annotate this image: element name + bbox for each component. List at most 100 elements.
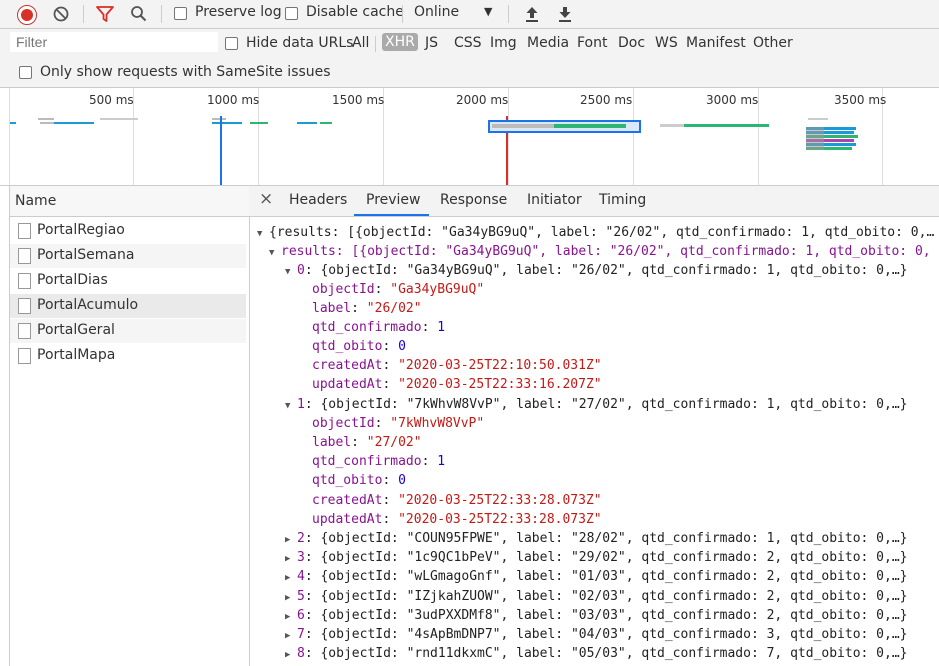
hide-data-urls-label: Hide data URLs bbox=[246, 35, 354, 51]
samesite-checkbox[interactable] bbox=[19, 66, 32, 79]
record-icon bbox=[21, 9, 33, 21]
root-summary: {results: [{objectId: "Ga34yBG9uQ", labe… bbox=[269, 225, 935, 240]
collapsed-triangle-icon[interactable]: ▶ bbox=[285, 646, 297, 665]
item-index: 5 bbox=[297, 589, 305, 604]
close-icon[interactable]: × bbox=[259, 189, 273, 209]
expanded-triangle-icon[interactable]: ▼ bbox=[269, 244, 281, 263]
prop-value: "7kWhvW8VvP" bbox=[390, 416, 485, 431]
export-har-icon[interactable] bbox=[556, 4, 574, 24]
filter-type-manifest[interactable]: Manifest bbox=[686, 35, 746, 51]
record-button[interactable] bbox=[17, 5, 37, 25]
filter-type-doc[interactable]: Doc bbox=[618, 35, 645, 51]
filter-input[interactable] bbox=[10, 32, 218, 52]
filter-type-img[interactable]: Img bbox=[490, 35, 517, 51]
clear-icon[interactable] bbox=[52, 5, 70, 23]
prop-row: updatedAt: "2020-03-25T22:33:16.207Z" bbox=[312, 377, 602, 392]
filter-type-font[interactable]: Font bbox=[577, 35, 607, 51]
filter-bar: Hide data URLs All XHR JS CSS Img Media … bbox=[0, 29, 939, 59]
tab-preview[interactable]: Preview bbox=[366, 192, 421, 208]
tree-item-collapsed[interactable]: ▶ 4: {objectId: "wLGmagoGnf", label: "01/… bbox=[285, 567, 907, 586]
tree-results[interactable]: ▼ results: [{objectId: "Ga34yBG9uQ", labe… bbox=[269, 242, 931, 261]
tab-initiator[interactable]: Initiator bbox=[527, 192, 582, 208]
filter-type-all[interactable]: All bbox=[352, 35, 369, 51]
throttle-select[interactable]: Online ▼ bbox=[412, 2, 498, 24]
prop-value: "27/02" bbox=[366, 435, 422, 450]
expanded-triangle-icon[interactable]: ▼ bbox=[285, 263, 297, 282]
prop-key: objectId bbox=[312, 282, 375, 297]
prop-row: createdAt: "2020-03-25T22:33:28.073Z" bbox=[312, 493, 602, 508]
hide-data-urls-checkbox[interactable] bbox=[225, 37, 238, 50]
tree-item[interactable]: ▼ 1: {objectId: "7kWhvW8VvP", label: "27/… bbox=[285, 395, 907, 414]
prop-row: qtd_confirmado: 1 bbox=[312, 454, 446, 469]
prop-value: "2020-03-25T22:33:16.207Z" bbox=[398, 377, 602, 392]
prop-key: objectId bbox=[312, 416, 375, 431]
item-index: 0 bbox=[297, 263, 305, 278]
item-summary: {objectId: "1c9QC1bPeV", label: "29/02",… bbox=[320, 550, 908, 565]
prop-key: updatedAt bbox=[312, 512, 383, 527]
name-column-label: Name bbox=[15, 193, 57, 209]
request-row[interactable]: PortalSemana bbox=[10, 244, 246, 268]
collapsed-triangle-icon[interactable]: ▶ bbox=[285, 569, 297, 588]
tree-item-collapsed[interactable]: ▶ 5: {objectId: "IZjkahZUOW", label: "02/… bbox=[285, 587, 907, 606]
separator bbox=[375, 36, 376, 52]
prop-value: 0 bbox=[398, 339, 406, 354]
tree-item-collapsed[interactable]: ▶ 2: {objectId: "COUN95FPWE", label: "28/… bbox=[285, 529, 907, 548]
request-name: PortalAcumulo bbox=[37, 297, 139, 313]
throttle-value: Online bbox=[414, 4, 460, 20]
search-icon[interactable] bbox=[129, 4, 149, 24]
prop-key: label bbox=[312, 301, 352, 316]
tree-item-collapsed[interactable]: ▶ 3: {objectId: "1c9QC1bPeV", label: "29/… bbox=[285, 548, 907, 567]
tree-item-collapsed[interactable]: ▶ 6: {objectId: "3udPXXDMf8", label: "03/… bbox=[285, 606, 907, 625]
filter-icon[interactable] bbox=[95, 5, 115, 23]
document-icon bbox=[18, 248, 31, 264]
filter-type-css[interactable]: CSS bbox=[454, 35, 482, 51]
item-index: 8 bbox=[297, 646, 305, 661]
tree-item[interactable]: ▼ 0: {objectId: "Ga34yBG9uQ", label: "26/… bbox=[285, 261, 907, 280]
prop-value: "Ga34yBG9uQ" bbox=[390, 282, 485, 297]
disable-cache-checkbox[interactable] bbox=[285, 7, 298, 20]
filter-type-xhr[interactable]: XHR bbox=[382, 33, 418, 51]
active-tab-indicator bbox=[354, 214, 429, 216]
tree-item-collapsed[interactable]: ▶ 8: {objectId: "rnd11dkxmC", label: "05/… bbox=[285, 644, 907, 663]
separator bbox=[508, 5, 509, 23]
import-har-icon[interactable] bbox=[523, 4, 541, 24]
network-toolbar: Preserve log Disable cache Online ▼ bbox=[0, 0, 939, 29]
item-summary: {objectId: "3udPXXDMf8", label: "03/03",… bbox=[320, 608, 908, 623]
name-column-header[interactable]: Name bbox=[10, 186, 249, 217]
tree-item-collapsed[interactable]: ▶ 7: {objectId: "4sApBmDNP7", label: "04/… bbox=[285, 625, 907, 644]
prop-row: objectId: "7kWhvW8VvP" bbox=[312, 416, 485, 431]
chevron-down-icon: ▼ bbox=[484, 5, 493, 18]
prop-value: 1 bbox=[437, 454, 446, 469]
request-row[interactable]: PortalRegiao bbox=[10, 219, 246, 243]
preserve-log-checkbox[interactable] bbox=[174, 7, 187, 20]
prop-key: qtd_confirmado bbox=[312, 454, 422, 469]
item-index: 2 bbox=[297, 531, 305, 546]
item-summary: {objectId: "4sApBmDNP7", label: "04/03",… bbox=[320, 627, 908, 642]
filter-type-js[interactable]: JS bbox=[425, 35, 438, 51]
request-row[interactable]: PortalMapa bbox=[10, 344, 246, 368]
request-name: PortalSemana bbox=[37, 247, 135, 263]
document-icon bbox=[18, 323, 31, 339]
item-summary: {objectId: "COUN95FPWE", label: "28/02",… bbox=[320, 531, 908, 546]
prop-value: "2020-03-25T22:33:28.073Z" bbox=[398, 512, 602, 527]
item-summary: {objectId: "7kWhvW8VvP", label: "27/02",… bbox=[320, 397, 908, 412]
tab-headers[interactable]: Headers bbox=[289, 192, 347, 208]
request-name: PortalDias bbox=[37, 272, 108, 288]
expanded-triangle-icon[interactable]: ▼ bbox=[285, 397, 297, 416]
tree-root[interactable]: ▼ {results: [{objectId: "Ga34yBG9uQ", lab… bbox=[257, 223, 934, 242]
request-row[interactable]: PortalDias bbox=[10, 269, 246, 293]
document-icon bbox=[18, 348, 31, 364]
request-row-selected[interactable]: PortalAcumulo bbox=[10, 294, 246, 318]
item-index: 1 bbox=[297, 397, 305, 412]
prop-value: 0 bbox=[398, 473, 406, 488]
detail-tab-bar: × Headers Preview Response Initiator Tim… bbox=[249, 186, 939, 217]
expanded-triangle-icon[interactable]: ▼ bbox=[257, 225, 269, 244]
filter-type-media[interactable]: Media bbox=[527, 35, 569, 51]
request-row[interactable]: PortalGeral bbox=[10, 319, 246, 343]
item-index: 3 bbox=[297, 550, 305, 565]
timeline-overview[interactable]: 500 ms 1000 ms 1500 ms 2000 ms 2500 ms 3… bbox=[0, 88, 939, 186]
tab-response[interactable]: Response bbox=[440, 192, 507, 208]
tab-timing[interactable]: Timing bbox=[599, 192, 646, 208]
filter-type-ws[interactable]: WS bbox=[655, 35, 678, 51]
filter-type-other[interactable]: Other bbox=[753, 35, 793, 51]
